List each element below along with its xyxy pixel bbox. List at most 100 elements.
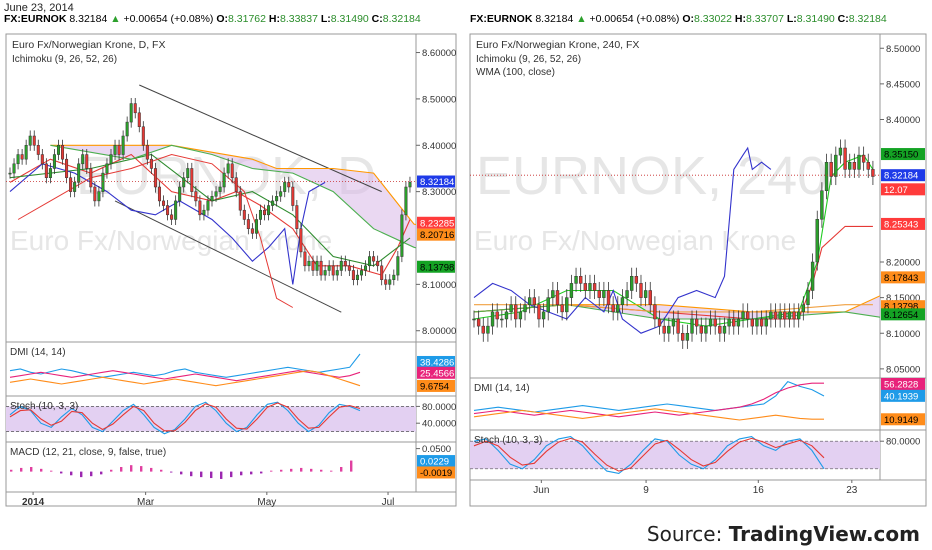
candle xyxy=(129,97,133,128)
candle-body xyxy=(218,186,222,192)
candle xyxy=(408,176,412,193)
price-label: 12.07 xyxy=(884,185,908,196)
candle-body xyxy=(206,200,210,211)
candle-body xyxy=(657,318,662,327)
indicator-label: Ichimoku (9, 26, 52, 26) xyxy=(476,54,581,65)
candle-body xyxy=(44,163,48,178)
macd-bar xyxy=(120,467,123,472)
daily-chart: FX:EURNOK 8.32184 ▲ +0.00654 (+0.08%) O:… xyxy=(4,13,457,508)
candle xyxy=(578,267,583,292)
candle xyxy=(170,209,174,226)
candle-body xyxy=(109,154,113,165)
candle-body xyxy=(327,265,331,271)
macd-bar xyxy=(40,468,43,472)
candle-body xyxy=(271,200,275,206)
macd-bar xyxy=(90,471,93,477)
candle xyxy=(323,264,327,281)
macd-bar xyxy=(290,468,293,472)
panel-tick-label: 0.0500 xyxy=(422,444,451,455)
candle-body xyxy=(311,260,315,271)
candle-body xyxy=(351,270,355,280)
candle-body xyxy=(20,154,24,160)
candle-body xyxy=(778,311,782,320)
candle xyxy=(364,260,368,277)
price-label: 8.23285 xyxy=(420,218,454,229)
candle xyxy=(61,139,65,165)
candle-body xyxy=(133,103,137,114)
chart-frame xyxy=(5,33,457,507)
candle-body xyxy=(214,191,218,197)
candle-body xyxy=(741,311,745,320)
candle xyxy=(532,289,536,314)
candle-body xyxy=(481,325,485,334)
candle xyxy=(602,281,606,307)
candle-body xyxy=(65,158,69,178)
candle-body xyxy=(117,145,121,155)
candle xyxy=(857,146,861,178)
candle-body xyxy=(258,209,262,220)
macd-bar xyxy=(250,471,253,475)
header-l: 8.31490 xyxy=(331,13,372,25)
panel-title: DMI (14, 14) xyxy=(474,383,530,394)
candle xyxy=(592,274,597,300)
candle xyxy=(667,317,671,342)
candle xyxy=(769,303,773,328)
candle xyxy=(125,116,129,142)
candle-body xyxy=(198,200,202,216)
panel-value: 25.4566 xyxy=(420,368,454,379)
price-label: 8.32184 xyxy=(884,171,918,182)
candle-body xyxy=(704,325,708,334)
candle xyxy=(801,296,806,321)
price-tick-label: 8.20000 xyxy=(886,258,920,269)
header-o: 8.31762 xyxy=(228,13,269,25)
candle-body xyxy=(829,162,833,177)
candle-body xyxy=(527,297,532,305)
candle-body xyxy=(275,196,279,202)
header-c: 8.32184 xyxy=(383,13,421,25)
macd-bar xyxy=(150,467,153,472)
candle-body xyxy=(323,270,327,276)
candle xyxy=(392,269,396,286)
candle xyxy=(848,153,852,178)
panel-title: DMI (14, 14) xyxy=(10,347,66,358)
header-c-label: C: xyxy=(372,13,383,25)
macd-bar xyxy=(160,469,163,472)
candle xyxy=(500,310,504,328)
candle xyxy=(495,303,499,328)
candle-body xyxy=(24,145,28,160)
candle xyxy=(866,153,870,178)
candle-body xyxy=(77,163,81,183)
candle-body xyxy=(574,276,578,284)
candle-body xyxy=(250,228,254,234)
candle-body xyxy=(472,318,476,321)
candle xyxy=(380,260,384,286)
candle-body xyxy=(518,311,523,320)
candle-body xyxy=(592,283,597,291)
candle-body xyxy=(355,274,359,280)
candle-body xyxy=(514,304,518,320)
candle-body xyxy=(643,290,648,298)
candle-body xyxy=(359,270,363,276)
candle-body xyxy=(546,297,550,313)
candle xyxy=(583,274,588,300)
candle-body xyxy=(89,168,93,188)
macd-bar xyxy=(270,470,273,472)
candle-body xyxy=(137,112,141,127)
candle xyxy=(741,303,745,328)
candle-body xyxy=(8,172,12,175)
candle xyxy=(546,289,550,321)
candle xyxy=(834,146,838,186)
price-label: 8.20716 xyxy=(420,230,454,241)
price-tick-label: 8.50000 xyxy=(886,44,920,55)
candle-body xyxy=(583,283,588,291)
macd-bar xyxy=(310,468,313,472)
macd-bar xyxy=(80,471,83,478)
macd-bar xyxy=(190,471,193,477)
candle-body xyxy=(648,290,652,305)
candle xyxy=(778,303,782,328)
candle-body xyxy=(736,318,741,327)
panel-title: MACD (12, 21, close, 9, false, true) xyxy=(10,447,166,458)
candle xyxy=(597,281,601,307)
candle-body xyxy=(392,274,396,280)
candle-body xyxy=(824,162,829,191)
